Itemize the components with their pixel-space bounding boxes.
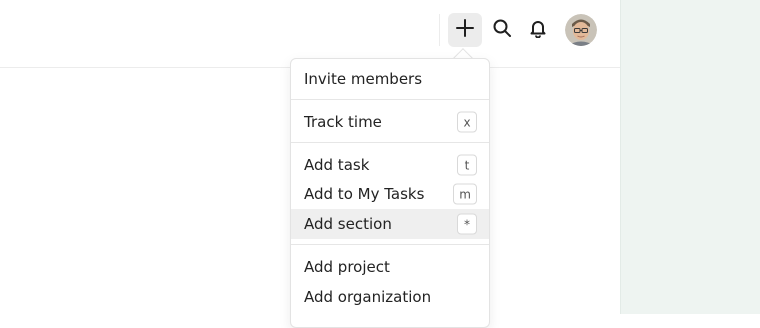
menu-item-add-organization[interactable]: Add organization [291, 282, 489, 312]
shortcut-key: x [457, 111, 477, 133]
menu-item-label: Add to My Tasks [304, 185, 425, 203]
menu-item-label: Add organization [304, 288, 432, 306]
search-button[interactable] [485, 13, 519, 47]
menu-item-label: Add project [304, 258, 390, 276]
menu-item-add-project[interactable]: Add project [291, 252, 489, 282]
menu-divider [291, 244, 489, 245]
search-icon [492, 18, 512, 42]
menu-item-track-time[interactable]: Track time x [291, 107, 489, 137]
notifications-button[interactable] [521, 13, 555, 47]
menu-item-label: Invite members [304, 70, 423, 88]
quick-add-button[interactable] [448, 13, 482, 47]
menu-item-invite-members[interactable]: Invite members [291, 64, 489, 94]
menu-item-label: Add section [304, 215, 392, 233]
menu-divider [291, 99, 489, 100]
menu-item-add-to-my-tasks[interactable]: Add to My Tasks m [291, 179, 489, 209]
menu-item-add-task[interactable]: Add task t [291, 150, 489, 180]
menu-item-add-section[interactable]: Add section * [291, 209, 489, 239]
menu-divider [291, 142, 489, 143]
bell-icon [528, 18, 548, 42]
toolbar-separator [439, 14, 440, 46]
shortcut-key: * [457, 213, 477, 235]
plus-icon [455, 18, 475, 42]
menu-item-label: Track time [304, 113, 382, 131]
right-gutter [620, 0, 760, 314]
shortcut-key: m [453, 183, 477, 205]
quick-add-menu: Invite members Track time x Add task t A… [290, 58, 490, 328]
user-avatar[interactable] [565, 14, 597, 46]
menu-item-label: Add task [304, 156, 370, 174]
shortcut-key: t [457, 154, 477, 176]
